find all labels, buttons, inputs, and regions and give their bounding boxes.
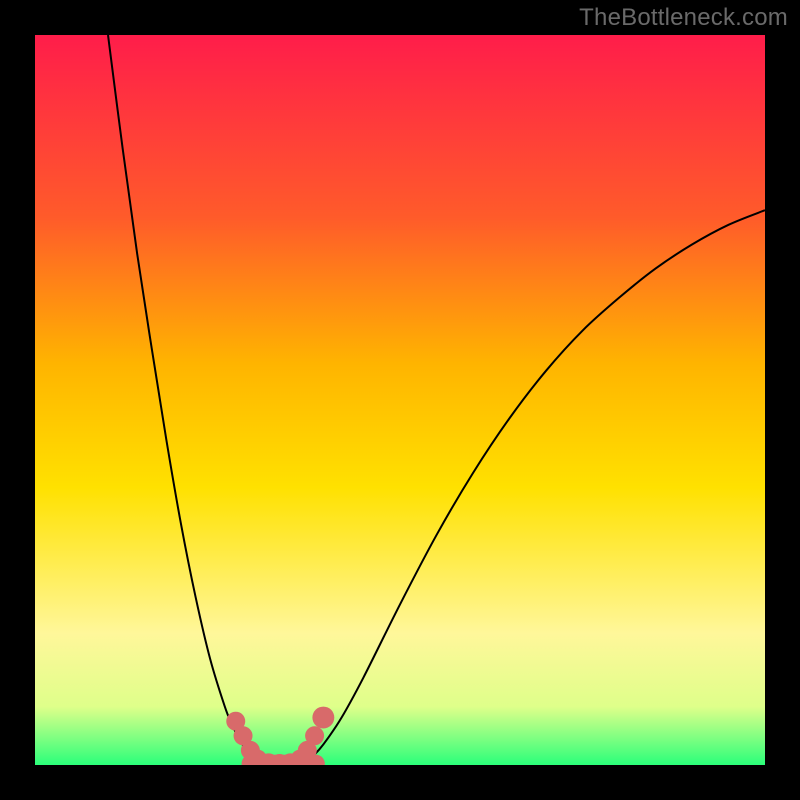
- marker-dot: [312, 707, 334, 729]
- watermark-text: TheBottleneck.com: [579, 4, 788, 32]
- chart-frame: TheBottleneck.com: [0, 0, 800, 800]
- gradient-background: [35, 35, 765, 765]
- plot-svg: [35, 35, 765, 765]
- marker-dot: [305, 726, 324, 745]
- plot-area: [35, 35, 765, 765]
